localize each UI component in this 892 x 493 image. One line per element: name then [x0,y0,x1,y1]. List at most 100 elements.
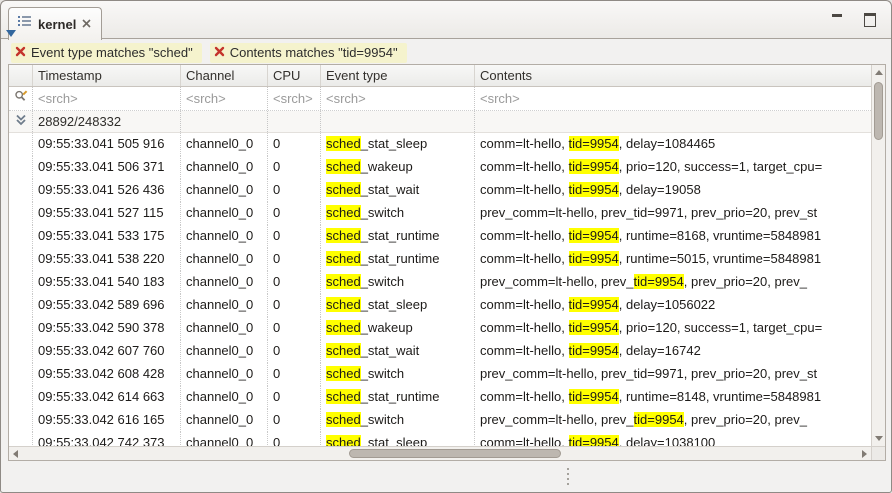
match-highlight: sched [326,320,361,335]
horizontal-scrollbar[interactable] [9,446,871,460]
search-input-timestamp[interactable]: <srch> [33,87,181,110]
table-row[interactable]: 09:55:33.042 589 696 channel0_0 0 sched_… [9,294,871,317]
table-row[interactable]: 09:55:33.041 540 183 channel0_0 0 sched_… [9,271,871,294]
table-row[interactable]: 09:55:33.041 506 371 channel0_0 0 sched_… [9,156,871,179]
vertical-scrollbar[interactable] [871,65,885,446]
cell-channel: channel0_0 [181,363,268,386]
row-gutter [9,317,33,340]
table-row[interactable]: 09:55:33.041 533 175 channel0_0 0 sched_… [9,225,871,248]
maximize-button[interactable] [863,12,875,24]
view-menu-arrow-icon[interactable] [6,30,16,37]
match-highlight: tid=9954 [569,297,619,312]
cell-event-type: sched_switch [321,409,475,432]
scroll-up-arrow-icon[interactable] [875,70,883,75]
column-header-contents[interactable]: Contents [475,65,885,86]
match-highlight: tid=9954 [569,251,619,266]
cell-contents: comm=lt-hello, tid=9954, prio=120, succe… [475,156,871,179]
cell-timestamp: 09:55:33.042 607 760 [33,340,181,363]
table-row[interactable]: 09:55:33.041 527 115 channel0_0 0 sched_… [9,202,871,225]
filter-bar: Event type matches "sched" Contents matc… [11,42,407,63]
match-highlight: sched [326,366,361,381]
table-header: Timestamp Channel CPU Event type Content… [9,65,885,87]
cell-event-type: sched_stat_runtime [321,386,475,409]
column-header-cpu[interactable]: CPU [268,65,321,86]
filter-chip-contents[interactable]: Contents matches "tid=9954" [210,43,407,63]
text-segment: prev_comm=lt-hello, prev_tid=9971, prev_… [480,366,817,381]
search-input-contents[interactable]: <srch> [475,87,885,110]
status-gutter [9,111,33,132]
cell-contents: comm=lt-hello, tid=9954, runtime=8168, v… [475,225,871,248]
table-row[interactable]: 09:55:33.042 590 378 channel0_0 0 sched_… [9,317,871,340]
column-header-event-type[interactable]: Event type [321,65,475,86]
text-segment: , runtime=5015, vruntime=5848981 [619,251,821,266]
table-row[interactable]: 09:55:33.041 505 916 channel0_0 0 sched_… [9,133,871,156]
table-row[interactable]: 09:55:33.042 742 373 channel0_0 0 sched_… [9,432,871,446]
column-header-channel[interactable]: Channel [181,65,268,86]
text-segment: _switch [361,366,404,381]
cell-cpu: 0 [268,179,321,202]
text-segment: _stat_sleep [361,136,428,151]
vertical-scrollbar-thumb[interactable] [874,82,883,140]
cell-timestamp: 09:55:33.042 616 165 [33,409,181,432]
filter-chip-label: Contents matches "tid=9954" [230,45,398,60]
table-row[interactable]: 09:55:33.042 607 760 channel0_0 0 sched_… [9,340,871,363]
row-gutter [9,340,33,363]
cell-channel: channel0_0 [181,294,268,317]
text-segment: _wakeup [361,320,413,335]
match-highlight: tid=9954 [569,159,619,174]
scroll-left-arrow-icon[interactable] [13,450,18,458]
text-segment: comm=lt-hello, [480,228,569,243]
cell-cpu: 0 [268,409,321,432]
text-segment: _stat_runtime [361,251,440,266]
text-segment: prev_comm=lt-hello, prev_ [480,274,634,289]
match-highlight: sched [326,297,361,312]
sash-dot [567,478,569,480]
sash-dot [567,473,569,475]
status-cell-empty [321,111,475,132]
row-gutter [9,409,33,432]
text-segment: comm=lt-hello, [480,136,569,151]
search-input-event-type[interactable]: <srch> [321,87,475,110]
table-row[interactable]: 09:55:33.041 526 436 channel0_0 0 sched_… [9,179,871,202]
text-segment: , prev_prio=20, prev_ [684,274,807,289]
scroll-down-arrow-icon[interactable] [875,436,883,441]
match-highlight: sched [326,389,361,404]
sash-handle[interactable] [567,468,569,485]
cell-timestamp: 09:55:33.041 527 115 [33,202,181,225]
remove-filter-icon[interactable] [15,45,26,60]
table-row[interactable]: 09:55:33.042 614 663 channel0_0 0 sched_… [9,386,871,409]
column-header-timestamp[interactable]: Timestamp [33,65,181,86]
text-segment: _switch [361,205,404,220]
cell-timestamp: 09:55:33.042 590 378 [33,317,181,340]
search-input-cpu[interactable]: <srch> [268,87,321,110]
row-gutter [9,248,33,271]
tab-kernel[interactable]: kernel [8,7,102,40]
text-segment: comm=lt-hello, [480,343,569,358]
tab-close-icon[interactable] [82,15,91,33]
row-gutter [9,294,33,317]
scroll-right-arrow-icon[interactable] [862,450,867,458]
cell-cpu: 0 [268,202,321,225]
trace-view-window: kernel Event type matches "sched" [0,0,892,493]
cell-timestamp: 09:55:33.041 505 916 [33,133,181,156]
status-cell-empty [268,111,321,132]
text-segment: comm=lt-hello, [480,389,569,404]
search-input-channel[interactable]: <srch> [181,87,268,110]
table-row[interactable]: 09:55:33.041 538 220 channel0_0 0 sched_… [9,248,871,271]
table-row[interactable]: 09:55:33.042 616 165 channel0_0 0 sched_… [9,409,871,432]
horizontal-scrollbar-thumb[interactable] [349,449,561,458]
cell-contents: comm=lt-hello, tid=9954, delay=1038100 [475,432,871,446]
filter-chip-event-type[interactable]: Event type matches "sched" [11,43,202,63]
table-row[interactable]: 09:55:33.042 608 428 channel0_0 0 sched_… [9,363,871,386]
tab-label: kernel [38,17,76,32]
minimize-button[interactable] [831,12,843,24]
cell-event-type: sched_switch [321,271,475,294]
row-gutter [9,156,33,179]
text-segment: _switch [361,412,404,427]
row-gutter [9,386,33,409]
cell-cpu: 0 [268,363,321,386]
cell-event-type: sched_switch [321,363,475,386]
cell-cpu: 0 [268,156,321,179]
remove-filter-icon[interactable] [214,45,225,60]
text-segment: comm=lt-hello, [480,182,569,197]
